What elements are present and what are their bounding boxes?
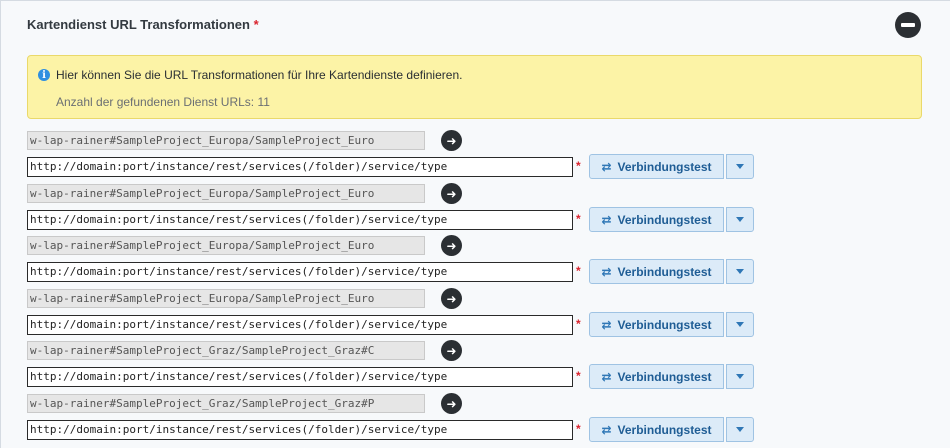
connection-test-label: Verbindungstest bbox=[617, 317, 712, 332]
url-input[interactable]: http://domain:port/instance/rest/service… bbox=[27, 315, 573, 335]
apply-arrow-button[interactable]: ➜ bbox=[441, 393, 462, 414]
swap-arrows-icon: ⇄ bbox=[601, 369, 612, 384]
swap-arrows-icon: ⇄ bbox=[601, 264, 612, 279]
source-field: w-lap-rainer#SampleProject_Europa/Sample… bbox=[27, 184, 425, 203]
apply-arrow-button[interactable]: ➜ bbox=[441, 235, 462, 256]
required-mark: * bbox=[576, 369, 581, 383]
source-field: w-lap-rainer#SampleProject_Europa/Sample… bbox=[27, 236, 425, 255]
apply-arrow-button[interactable]: ➜ bbox=[441, 130, 462, 151]
connection-test-label: Verbindungstest bbox=[617, 422, 712, 437]
connection-test-label: Verbindungstest bbox=[617, 159, 712, 174]
url-input[interactable]: http://domain:port/instance/rest/service… bbox=[27, 210, 573, 230]
collapse-button[interactable] bbox=[895, 12, 921, 38]
section-title-text: Kartendienst URL Transformationen bbox=[27, 17, 250, 32]
swap-arrows-icon: ⇄ bbox=[601, 159, 612, 174]
apply-arrow-button[interactable]: ➜ bbox=[441, 288, 462, 309]
source-field: w-lap-rainer#SampleProject_Europa/Sample… bbox=[27, 131, 425, 150]
source-field: w-lap-rainer#SampleProject_Graz/SamplePr… bbox=[27, 341, 425, 360]
options-dropdown-button[interactable] bbox=[726, 154, 754, 179]
info-box: i Hier können Sie die URL Transformation… bbox=[27, 55, 922, 119]
required-mark: * bbox=[576, 264, 581, 278]
swap-arrows-icon: ⇄ bbox=[601, 317, 612, 332]
url-input[interactable]: http://domain:port/instance/rest/service… bbox=[27, 367, 573, 387]
arrow-right-icon: ➜ bbox=[446, 186, 457, 201]
required-mark: * bbox=[576, 422, 581, 436]
info-icon: i bbox=[38, 69, 50, 81]
url-input[interactable]: http://domain:port/instance/rest/service… bbox=[27, 157, 573, 177]
required-mark: * bbox=[576, 317, 581, 331]
swap-arrows-icon: ⇄ bbox=[601, 212, 612, 227]
section-title: Kartendienst URL Transformationen * bbox=[27, 17, 259, 32]
transformations-panel: Kartendienst URL Transformationen * i Hi… bbox=[0, 0, 950, 448]
caret-down-icon bbox=[736, 269, 744, 274]
swap-arrows-icon: ⇄ bbox=[601, 422, 612, 437]
url-input[interactable]: http://domain:port/instance/rest/service… bbox=[27, 420, 573, 440]
connection-test-button[interactable]: ⇄ Verbindungstest bbox=[589, 312, 724, 337]
connection-test-label: Verbindungstest bbox=[617, 264, 712, 279]
apply-arrow-button[interactable]: ➜ bbox=[441, 340, 462, 361]
options-dropdown-button[interactable] bbox=[726, 364, 754, 389]
connection-test-button[interactable]: ⇄ Verbindungstest bbox=[589, 417, 724, 442]
required-mark: * bbox=[253, 17, 259, 32]
connection-test-button[interactable]: ⇄ Verbindungstest bbox=[589, 207, 724, 232]
options-dropdown-button[interactable] bbox=[726, 417, 754, 442]
caret-down-icon bbox=[736, 427, 744, 432]
caret-down-icon bbox=[736, 374, 744, 379]
url-input[interactable]: http://domain:port/instance/rest/service… bbox=[27, 262, 573, 282]
connection-test-button[interactable]: ⇄ Verbindungstest bbox=[589, 154, 724, 179]
source-field: w-lap-rainer#SampleProject_Graz/SamplePr… bbox=[27, 394, 425, 413]
options-dropdown-button[interactable] bbox=[726, 259, 754, 284]
arrow-right-icon: ➜ bbox=[446, 343, 457, 358]
source-field: w-lap-rainer#SampleProject_Europa/Sample… bbox=[27, 289, 425, 308]
connection-test-label: Verbindungstest bbox=[617, 369, 712, 384]
arrow-right-icon: ➜ bbox=[446, 291, 457, 306]
caret-down-icon bbox=[736, 217, 744, 222]
options-dropdown-button[interactable] bbox=[726, 312, 754, 337]
arrow-right-icon: ➜ bbox=[446, 396, 457, 411]
minus-icon bbox=[901, 23, 915, 27]
caret-down-icon bbox=[736, 322, 744, 327]
caret-down-icon bbox=[736, 164, 744, 169]
apply-arrow-button[interactable]: ➜ bbox=[441, 183, 462, 204]
arrow-right-icon: ➜ bbox=[446, 238, 457, 253]
connection-test-button[interactable]: ⇄ Verbindungstest bbox=[589, 364, 724, 389]
connection-test-label: Verbindungstest bbox=[617, 212, 712, 227]
info-message: Hier können Sie die URL Transformationen… bbox=[56, 68, 463, 82]
url-count-text: Anzahl der gefundenen Dienst URLs: 11 bbox=[56, 95, 270, 109]
required-mark: * bbox=[576, 159, 581, 173]
options-dropdown-button[interactable] bbox=[726, 207, 754, 232]
arrow-right-icon: ➜ bbox=[446, 133, 457, 148]
connection-test-button[interactable]: ⇄ Verbindungstest bbox=[589, 259, 724, 284]
required-mark: * bbox=[576, 212, 581, 226]
